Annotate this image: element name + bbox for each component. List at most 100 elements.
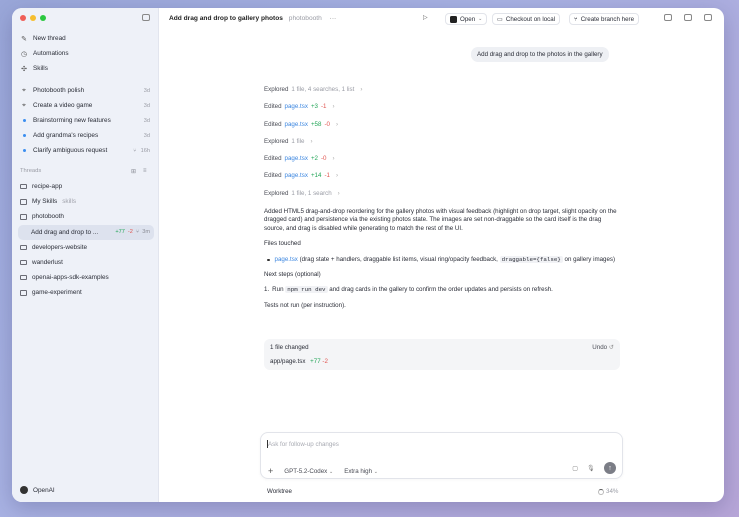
more-options-icon[interactable]: ···	[330, 15, 337, 22]
lines-removed: -1	[321, 103, 327, 111]
chevron-right-icon: ›	[335, 172, 339, 180]
step-item[interactable]: Explored 1 file ›	[264, 138, 620, 155]
thread-folder[interactable]: game-experiment	[18, 285, 154, 300]
lines-removed: -0	[321, 155, 327, 163]
task-item[interactable]: ⌖ Photobooth polish 3d	[18, 83, 154, 98]
inline-code: draggable={false}	[499, 255, 563, 263]
task-item[interactable]: ⌖ Create a video game 3d	[18, 98, 154, 113]
inline-code: npm run dev	[285, 286, 328, 294]
open-button[interactable]: Open ⌄	[445, 13, 488, 25]
changed-file-row[interactable]: app/page.tsx +77 -2	[270, 358, 328, 365]
effort-label: Extra high	[344, 467, 373, 475]
user-message-bubble: Add drag and drop to the photos in the g…	[471, 47, 609, 62]
step-verb: Edited	[264, 172, 282, 180]
project-name: photobooth	[288, 15, 322, 22]
step-verb: Edited	[264, 103, 282, 111]
step-file[interactable]: page.tsx	[285, 103, 308, 111]
new-folder-icon[interactable]: ⊞	[131, 168, 136, 175]
step-file[interactable]: page.tsx	[285, 172, 308, 180]
thread-folder[interactable]: openai-apps-sdk-examples	[18, 270, 154, 285]
checkout-local-button[interactable]: ▭ Checkout on local	[492, 13, 561, 25]
worktree-selector[interactable]: Worktree	[267, 488, 292, 495]
chevron-right-icon: ›	[337, 189, 340, 197]
panel-icon[interactable]	[664, 14, 672, 21]
next-step-post: and drag cards in the gallery to confirm…	[329, 286, 553, 294]
sidebar: ✎ New thread ◷ Automations ✣ Skills ⌖ Ph…	[12, 8, 159, 502]
summary-text: Added HTML5 drag-and-drop reordering for…	[264, 208, 617, 232]
diff-icon[interactable]	[704, 14, 712, 21]
step-item[interactable]: Edited page.tsx +3 -1 ›	[264, 103, 620, 120]
follow-up-input[interactable]: Ask for follow-up changes	[268, 441, 339, 448]
file-bullet-pre: (drag state + handlers, draggable list i…	[299, 255, 498, 263]
step-file[interactable]: page.tsx	[285, 121, 308, 129]
chevron-right-icon: ›	[310, 137, 313, 145]
run-button[interactable]: ▷	[423, 14, 428, 21]
task-item[interactable]: Clarify ambiguous request ⑂ 16h	[18, 143, 154, 158]
chevron-down-icon: ⌄	[329, 468, 334, 475]
thread-folder[interactable]: developers-website	[18, 240, 154, 255]
branch-icon: ⑂	[135, 229, 140, 236]
folder-icon	[20, 199, 27, 205]
sidebar-toggle-icon[interactable]	[142, 14, 150, 21]
nav-label: New thread	[33, 35, 66, 42]
progress-ring-icon	[598, 488, 604, 495]
file-link[interactable]: page.tsx	[275, 256, 298, 263]
filter-icon[interactable]: ≡	[143, 168, 147, 175]
model-select[interactable]: GPT-5.2-Codex ⌄	[284, 468, 333, 475]
task-list: ⌖ Photobooth polish 3d ⌖ Create a video …	[18, 83, 154, 158]
lines-added: +14	[310, 172, 322, 180]
task-time: 3d	[143, 117, 150, 124]
lines-added: +77	[115, 229, 125, 236]
skills-button[interactable]: ✣ Skills	[18, 61, 154, 76]
effort-select[interactable]: Extra high ⌄	[344, 468, 378, 475]
step-file[interactable]: page.tsx	[285, 155, 308, 163]
thread-item-active[interactable]: Add drag and drop to ... +77 -2 ⑂ 3m	[18, 224, 154, 240]
step-item[interactable]: Explored 1 file, 1 search ›	[264, 190, 620, 207]
next-steps-heading: Next steps (optional)	[264, 270, 321, 278]
zoom-window-button[interactable]	[40, 15, 46, 21]
pin-icon: ⌖	[22, 86, 26, 94]
microphone-icon[interactable]: 🎙	[587, 464, 595, 472]
step-item[interactable]: Edited page.tsx +58 -0 ›	[264, 121, 620, 138]
thread-folder[interactable]: photobooth	[18, 209, 154, 224]
lines-added: +58	[310, 120, 322, 128]
nav-label: Automations	[33, 50, 69, 57]
unread-dot-icon	[22, 149, 26, 152]
file-bullet-post: on gallery images)	[564, 255, 616, 263]
thread-label: Add drag and drop to ...	[31, 228, 99, 236]
arrow-up-icon: ↑	[608, 464, 612, 472]
thread-folder[interactable]: wanderlust	[18, 255, 154, 270]
chevron-right-icon: ›	[332, 103, 335, 111]
task-item[interactable]: Add grandma's recipes 3d	[18, 128, 154, 143]
close-window-button[interactable]	[20, 15, 26, 21]
undo-label: Undo	[592, 344, 608, 351]
undo-icon: ↺	[608, 344, 614, 351]
user-account-button[interactable]: OpenAI	[20, 486, 55, 494]
automations-button[interactable]: ◷ Automations	[18, 46, 154, 61]
checkout-label: Checkout on local	[505, 15, 556, 23]
context-usage: 34%	[598, 488, 618, 495]
step-item[interactable]: Explored 1 file, 4 searches, 1 list ›	[264, 86, 620, 103]
add-attachment-icon[interactable]: +	[268, 466, 273, 476]
threads-header-actions: ⊞ ≡	[131, 168, 147, 175]
step-item[interactable]: Edited page.tsx +14 -1 ›	[264, 172, 620, 189]
thread-title: Add drag and drop to gallery photos phot…	[169, 15, 336, 22]
thread-folder[interactable]: My Skills skills	[18, 194, 154, 209]
task-time-value: 16h	[140, 147, 150, 154]
send-button[interactable]: ↑	[604, 462, 616, 474]
branch-icon: ⑂	[574, 15, 578, 23]
step-verb: Edited	[264, 120, 282, 128]
thread-tag: skills	[62, 198, 77, 206]
task-item[interactable]: Brainstorming new features 3d	[18, 113, 154, 128]
lock-icon[interactable]: ▢	[572, 465, 578, 472]
threads-header: Threads	[20, 168, 42, 174]
composer-actions: ▢ 🎙 ↑	[572, 462, 616, 474]
thread-folder[interactable]: recipe-app	[18, 179, 154, 194]
step-item[interactable]: Edited page.tsx +2 -0 ›	[264, 155, 620, 172]
create-branch-button[interactable]: ⑂ Create branch here	[569, 13, 640, 25]
thread-meta: +77 -2 ⑂ 3m	[115, 229, 150, 235]
minimize-window-button[interactable]	[30, 15, 36, 21]
undo-button[interactable]: Undo ↺	[592, 344, 614, 351]
terminal-icon[interactable]	[684, 14, 692, 21]
new-thread-button[interactable]: ✎ New thread	[18, 31, 154, 46]
